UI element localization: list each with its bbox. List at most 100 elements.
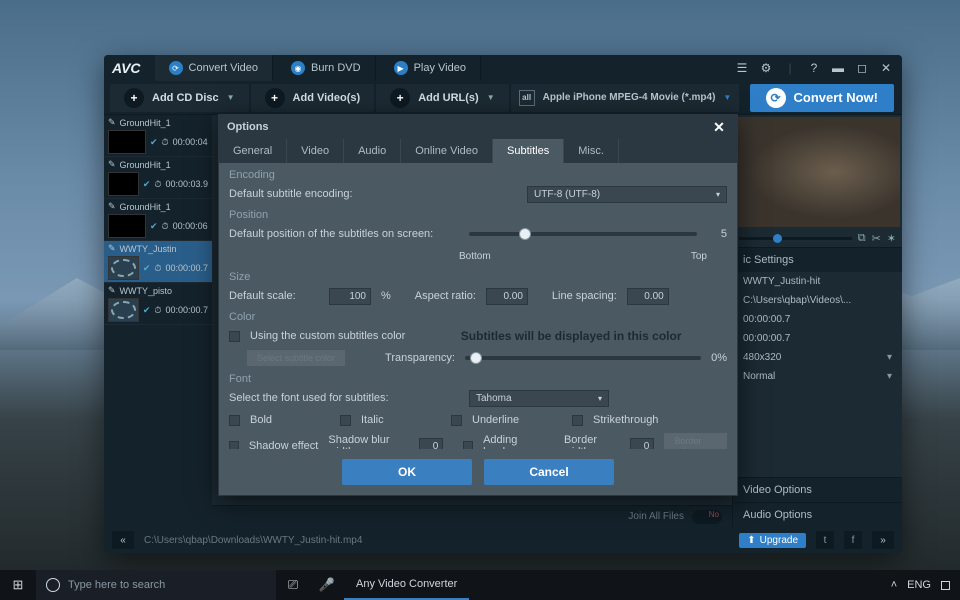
- copy-icon[interactable]: ⧉: [858, 232, 866, 245]
- prev-button[interactable]: «: [112, 531, 134, 549]
- disc-icon: ◉: [291, 61, 305, 75]
- setting-row[interactable]: 00:00:00.7: [733, 329, 902, 348]
- upload-icon: ⬆: [747, 535, 755, 546]
- tab-convert-video[interactable]: ⟳Convert Video: [155, 55, 274, 81]
- setting-row[interactable]: Normal▾: [733, 367, 902, 386]
- tools-icon[interactable]: ✶: [887, 232, 896, 245]
- scrubber-row: ⧉ ✂ ✶: [733, 229, 902, 247]
- size-section: Size Default scale: % Aspect ratio: Line…: [229, 271, 727, 305]
- spacing-input[interactable]: [627, 288, 669, 305]
- tab-burn-dvd[interactable]: ◉Burn DVD: [277, 55, 376, 81]
- aspect-label: Aspect ratio:: [415, 290, 476, 302]
- status-bar: « C:\Users\qbap\Downloads\WWTY_Justin-hi…: [104, 527, 902, 553]
- convert-now-button[interactable]: ⟳Convert Now!: [750, 84, 895, 112]
- use-custom-color-checkbox[interactable]: [229, 331, 240, 342]
- tab-general[interactable]: General: [219, 139, 287, 163]
- bold-checkbox[interactable]: [229, 415, 240, 426]
- audio-options-header[interactable]: Audio Options: [733, 502, 902, 527]
- tray-chevron-icon[interactable]: ˄: [891, 579, 897, 591]
- facebook-icon[interactable]: f: [844, 531, 862, 549]
- check-icon: ✔: [150, 137, 158, 148]
- italic-checkbox[interactable]: [340, 415, 351, 426]
- transparency-value: 0%: [711, 352, 727, 364]
- maximize-icon[interactable]: ◻: [854, 60, 870, 76]
- play-icon: ▶: [394, 61, 408, 75]
- help-icon[interactable]: ?: [806, 60, 822, 76]
- file-item[interactable]: ✎WWTY_Justin✔⏱00:00:00.7: [104, 241, 212, 283]
- tray-lang[interactable]: ENG: [907, 579, 931, 591]
- border-color-button[interactable]: Border color: [664, 433, 727, 449]
- start-button[interactable]: ⊞: [0, 577, 36, 593]
- cortana-icon: [46, 578, 60, 592]
- use-custom-color-label: Using the custom subtitles color: [250, 330, 405, 342]
- dialog-body: Encoding Default subtitle encoding: UTF-…: [219, 163, 737, 449]
- color-preview-text: Subtitles will be displayed in this colo…: [415, 329, 727, 343]
- border-width-input[interactable]: [630, 438, 654, 450]
- microphone-icon[interactable]: 🎤: [310, 570, 344, 600]
- font-dropdown[interactable]: Tahoma▾: [469, 390, 609, 407]
- encoding-dropdown[interactable]: UTF-8 (UTF-8)▾: [527, 186, 727, 203]
- task-view-icon[interactable]: ⎚: [276, 570, 310, 600]
- titlebar: AVC ⟳Convert Video ◉Burn DVD ▶Play Video…: [104, 55, 902, 81]
- join-files-row: Join All Files: [212, 505, 732, 527]
- tab-online-video[interactable]: Online Video: [401, 139, 493, 163]
- convert-icon: ⟳: [766, 88, 786, 108]
- join-files-label: Join All Files: [628, 511, 684, 522]
- tab-play-video[interactable]: ▶Play Video: [380, 55, 481, 81]
- setting-row[interactable]: 00:00:00.7: [733, 310, 902, 329]
- shadow-blur-input[interactable]: [419, 438, 443, 450]
- cut-icon[interactable]: ✂: [872, 232, 881, 245]
- close-icon[interactable]: ✕: [878, 60, 894, 76]
- taskbar-search[interactable]: Type here to search: [36, 570, 276, 600]
- setting-row[interactable]: 480x320▾: [733, 348, 902, 367]
- file-item[interactable]: ✎GroundHit_1✔⏱00:00:03.9: [104, 157, 212, 199]
- basic-settings-header: ic Settings: [733, 247, 902, 272]
- transparency-slider[interactable]: [465, 356, 701, 360]
- tab-subtitles[interactable]: Subtitles: [493, 139, 564, 163]
- transparency-label: Transparency:: [385, 352, 455, 364]
- output-format-dropdown[interactable]: allApple iPhone MPEG-4 Movie (*.mp4)▼: [511, 84, 740, 112]
- dialog-title: Options ✕: [219, 115, 737, 139]
- strike-checkbox[interactable]: [572, 415, 583, 426]
- position-value: 5: [707, 228, 727, 240]
- shadow-blur-label: Shadow blur width:: [328, 434, 409, 449]
- scrubber[interactable]: [739, 237, 852, 240]
- borders-checkbox[interactable]: [463, 441, 473, 450]
- file-item[interactable]: ✎GroundHit_1✔⏱00:00:04: [104, 115, 212, 157]
- tab-video[interactable]: Video: [287, 139, 344, 163]
- underline-checkbox[interactable]: [451, 415, 462, 426]
- position-slider[interactable]: [469, 232, 697, 236]
- file-list: ✎GroundHit_1✔⏱00:00:04 ✎GroundHit_1✔⏱00:…: [104, 115, 212, 527]
- show-desktop[interactable]: [941, 581, 950, 590]
- cancel-button[interactable]: Cancel: [484, 459, 614, 485]
- edit-icon: ✎: [108, 117, 116, 128]
- add-cd-disc-button[interactable]: +Add CD Disc▼: [110, 84, 249, 112]
- app-logo: AVC: [112, 60, 141, 76]
- file-item[interactable]: ✎WWTY_pisto✔⏱00:00:00.7: [104, 283, 212, 325]
- twitter-icon[interactable]: t: [816, 531, 834, 549]
- setting-row[interactable]: C:\Users\qbap\Videos\...: [733, 291, 902, 310]
- video-options-header[interactable]: Video Options: [733, 477, 902, 502]
- add-videos-button[interactable]: +Add Video(s): [251, 84, 375, 112]
- tab-audio[interactable]: Audio: [344, 139, 401, 163]
- next-button[interactable]: »: [872, 531, 894, 549]
- format-icon: all: [519, 90, 535, 106]
- shadow-checkbox[interactable]: [229, 441, 239, 450]
- position-bottom-label: Bottom: [459, 251, 491, 262]
- taskbar-app[interactable]: Any Video Converter: [344, 570, 469, 600]
- file-item[interactable]: ✎GroundHit_1✔⏱00:00:06: [104, 199, 212, 241]
- setting-row[interactable]: WWTY_Justin-hit: [733, 272, 902, 291]
- add-urls-button[interactable]: +Add URL(s)▼: [376, 84, 508, 112]
- select-color-button[interactable]: Select subtitle color: [247, 350, 345, 366]
- ok-button[interactable]: OK: [342, 459, 472, 485]
- aspect-input[interactable]: [486, 288, 528, 305]
- minimize-icon[interactable]: ▬: [830, 60, 846, 76]
- join-files-toggle[interactable]: [692, 510, 722, 524]
- dialog-close-button[interactable]: ✕: [709, 117, 729, 137]
- thumbnail: [108, 130, 146, 154]
- menu-icon[interactable]: ☰: [734, 60, 750, 76]
- tab-misc[interactable]: Misc.: [564, 139, 619, 163]
- upgrade-button[interactable]: ⬆Upgrade: [739, 533, 806, 548]
- scale-input[interactable]: [329, 288, 371, 305]
- settings-icon[interactable]: ⚙: [758, 60, 774, 76]
